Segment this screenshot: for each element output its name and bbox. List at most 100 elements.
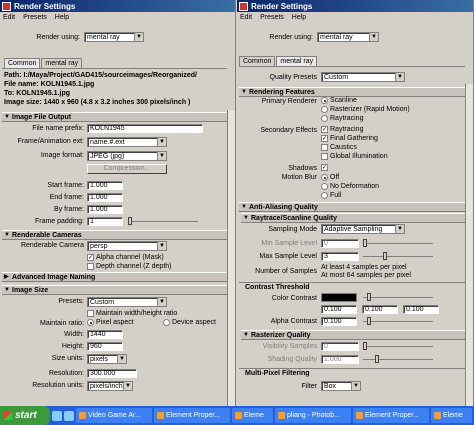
section-image-size[interactable]: ▼ Image Size [2,285,227,295]
image-size-presets-dropdown[interactable]: Custom ▼ [87,297,167,307]
height-field[interactable]: 960 [87,342,123,351]
tab-mental-ray[interactable]: mental ray [41,58,83,68]
slider-handle[interactable] [367,317,371,325]
tab-common[interactable]: Common [4,58,41,68]
start-frame-field[interactable]: 1.000 [87,181,123,190]
right-title-bar[interactable]: Render Settings [237,0,473,12]
section-anti-aliasing-quality[interactable]: ▼ Anti-Aliasing Quality [239,202,465,212]
file-name-prefix-field[interactable]: KOLN1945 [87,124,203,133]
menu-help[interactable]: Help [292,14,306,21]
frame-padding-field[interactable]: 1 [87,217,123,226]
compression-button[interactable]: Compression... [87,164,167,174]
resolution-units-dropdown[interactable]: pixels/inch ▼ [87,381,133,391]
motion-blur-full-radio[interactable]: Full [321,192,341,199]
contrast-g-field[interactable]: 0.100 [362,305,398,314]
size-units-dropdown[interactable]: pixels ▼ [87,354,127,364]
menu-edit[interactable]: Edit [3,14,15,21]
section-advanced-image-naming[interactable]: ▶ Advanced Image Naming [2,272,227,282]
resolution-field[interactable]: 300.000 [87,369,137,378]
max-sample-level-field[interactable]: 3 [321,252,359,261]
taskbar-item[interactable]: pliang - Photob... [275,408,351,423]
end-frame-field[interactable]: 1.000 [87,193,123,202]
effect-global-illumination-checkbox[interactable]: Global Illumination [321,153,388,160]
slider-handle[interactable] [363,239,367,247]
right-scrollbar[interactable] [465,84,473,406]
menu-edit[interactable]: Edit [240,14,252,21]
effect-caustics-checkbox[interactable]: Caustics [321,144,357,151]
renderer-raytracing-radio[interactable]: Raytracing [321,115,363,122]
sampling-mode-dropdown[interactable]: Adaptive Sampling ▼ [321,224,405,234]
section-rasterizer-quality[interactable]: ▼ Rasterizer Quality [241,330,465,340]
filter-dropdown[interactable]: Box ▼ [321,381,361,391]
checkbox-box[interactable] [321,153,328,160]
checkbox-box[interactable]: ✓ [87,254,94,261]
frame-anim-ext-dropdown[interactable]: name.#.ext ▼ [87,137,167,147]
menu-presets[interactable]: Presets [23,14,47,21]
min-sample-level-field[interactable]: 0 [321,239,359,248]
quick-launch-icon[interactable] [64,410,74,421]
color-contrast-slider[interactable] [363,293,433,301]
checkbox-box[interactable] [321,144,328,151]
taskbar-item[interactable]: Eleme [232,408,273,423]
renderer-rasterizer-radio[interactable]: Rasterizer (Rapid Motion) [321,106,410,113]
radio-button[interactable] [87,319,94,326]
render-using-dropdown[interactable]: mental ray ▼ [317,32,379,42]
left-scrollbar[interactable] [227,110,235,406]
menu-presets[interactable]: Presets [260,14,284,21]
max-sample-level-slider[interactable] [363,252,433,260]
checkbox-box[interactable] [87,263,94,270]
visibility-samples-slider[interactable] [363,342,433,350]
radio-button[interactable] [321,192,328,199]
slider-handle[interactable] [128,217,132,225]
alpha-contrast-field[interactable]: 0.100 [321,317,357,326]
shadows-checkbox[interactable]: ✓ [321,164,328,171]
shading-quality-slider[interactable] [363,355,433,363]
width-field[interactable]: 1440 [87,330,123,339]
visibility-samples-field[interactable]: 0 [321,342,359,351]
checkbox-box[interactable]: ✓ [321,135,328,142]
pixel-aspect-radio[interactable]: Pixel aspect [87,319,134,326]
slider-handle[interactable] [363,342,367,350]
tab-common[interactable]: Common [239,56,276,66]
motion-blur-no-deformation-radio[interactable]: No Deformation [321,183,379,190]
contrast-b-field[interactable]: 0.100 [403,305,439,314]
maintain-wh-ratio-checkbox[interactable]: Maintain width/height ratio [87,310,177,317]
slider-handle[interactable] [383,252,387,260]
renderer-scanline-radio[interactable]: Scanline [321,97,357,104]
shading-quality-field[interactable]: 1.000 [321,355,359,364]
device-aspect-radio[interactable]: Device aspect [163,319,216,326]
slider-handle[interactable] [375,355,379,363]
slider-handle[interactable] [367,293,371,301]
radio-button[interactable] [163,319,170,326]
render-using-dropdown[interactable]: mental ray ▼ [84,32,144,42]
alpha-contrast-slider[interactable] [363,317,433,325]
radio-button[interactable] [321,174,328,181]
checkbox-box[interactable]: ✓ [321,164,328,171]
radio-button[interactable] [321,183,328,190]
tab-mental-ray[interactable]: mental ray [276,56,318,66]
min-sample-level-slider[interactable] [363,239,433,247]
taskbar-item[interactable]: Eleme [431,408,472,423]
quick-launch-icon[interactable] [52,410,62,421]
taskbar-item[interactable]: Video Game Ar... [76,408,152,423]
section-image-file-output[interactable]: ▼ Image File Output [2,112,227,122]
section-renderable-cameras[interactable]: ▼ Renderable Cameras [2,230,227,240]
section-raytrace-scanline-quality[interactable]: ▼ Raytrace/Scanline Quality [241,213,465,223]
by-frame-field[interactable]: 1.000 [87,205,123,214]
motion-blur-off-radio[interactable]: Off [321,174,339,181]
image-format-dropdown[interactable]: JPEG (jpg) ▼ [87,151,167,161]
renderable-camera-dropdown[interactable]: persp ▼ [87,241,167,251]
taskbar-item[interactable]: Element Proper... [353,408,429,423]
quality-presets-dropdown[interactable]: Custom ▼ [321,72,405,82]
depth-channel-checkbox[interactable]: Depth channel (Z depth) [87,263,172,270]
effect-raytracing-checkbox[interactable]: ✓ Raytracing [321,126,363,133]
menu-help[interactable]: Help [55,14,69,21]
section-rendering-features[interactable]: ▼ Rendering Features [239,87,465,97]
left-title-bar[interactable]: Render Settings [0,0,235,12]
color-contrast-swatch[interactable] [321,293,357,302]
radio-button[interactable] [321,97,328,104]
alpha-channel-checkbox[interactable]: ✓ Alpha channel (Mask) [87,254,164,261]
radio-button[interactable] [321,106,328,113]
effect-final-gathering-checkbox[interactable]: ✓ Final Gathering [321,135,378,142]
frame-padding-slider[interactable] [128,217,198,225]
